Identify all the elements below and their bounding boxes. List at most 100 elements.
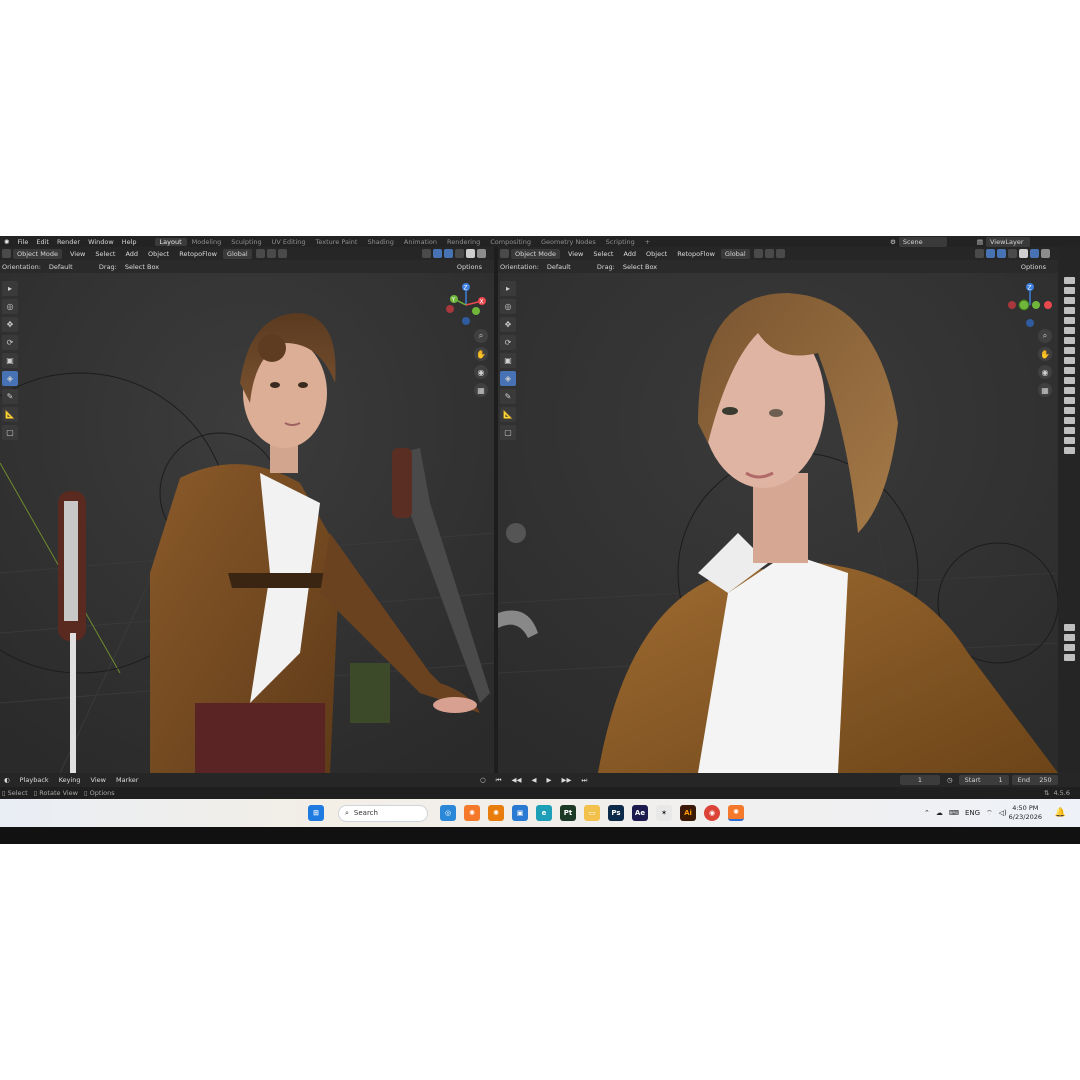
menu-object[interactable]: Object bbox=[144, 249, 173, 259]
menu-add[interactable]: Add bbox=[619, 249, 640, 259]
viewport-left[interactable]: Object Mode View Select Add Object Retop… bbox=[0, 247, 494, 773]
menu-playback[interactable]: Playback bbox=[16, 775, 53, 785]
workspace-tab-animation[interactable]: Animation bbox=[399, 238, 442, 246]
taskbar-clock[interactable]: 4:50 PM 6/23/2026 bbox=[1009, 804, 1042, 822]
jump-end-icon[interactable]: ⏭ bbox=[578, 775, 592, 786]
material-properties-icon[interactable] bbox=[1063, 397, 1075, 404]
scene-tool-icon[interactable] bbox=[1063, 634, 1075, 641]
options-dropdown[interactable]: Options bbox=[1017, 262, 1050, 272]
annotate-tool-icon[interactable]: ✎ bbox=[500, 389, 516, 404]
modifier-properties-icon[interactable] bbox=[1063, 347, 1075, 354]
select-tool-icon[interactable]: ▸ bbox=[500, 281, 516, 296]
chrome-browser-icon[interactable]: ◉ bbox=[704, 805, 720, 821]
overlay-toggle-icon[interactable] bbox=[997, 249, 1006, 258]
menu-object[interactable]: Object bbox=[642, 249, 671, 259]
menu-view[interactable]: View bbox=[564, 249, 587, 259]
pivot-icon[interactable] bbox=[753, 249, 763, 258]
snap-icon[interactable] bbox=[764, 249, 774, 258]
perspective-grid-icon[interactable]: ▦ bbox=[1038, 383, 1052, 397]
print-icon[interactable] bbox=[1063, 644, 1075, 651]
move-tool-icon[interactable]: ✥ bbox=[500, 317, 516, 332]
menu-select[interactable]: Select bbox=[91, 249, 119, 259]
rotate-tool-icon[interactable]: ⟳ bbox=[2, 335, 18, 350]
play-icon[interactable]: ▶ bbox=[543, 775, 556, 785]
add-workspace-button[interactable]: + bbox=[640, 238, 655, 246]
wireframe-shading-icon[interactable] bbox=[455, 249, 464, 258]
extra-properties-icon[interactable] bbox=[1063, 447, 1075, 454]
file-explorer-icon[interactable]: ▭ bbox=[584, 805, 600, 821]
scale-tool-icon[interactable]: ▣ bbox=[500, 353, 516, 368]
notification-icon[interactable]: 🔔 bbox=[1055, 808, 1066, 818]
proportional-edit-icon[interactable] bbox=[775, 249, 785, 258]
solid-shading-icon[interactable] bbox=[466, 249, 475, 258]
rendered-shading-icon[interactable] bbox=[477, 249, 486, 258]
object-properties-icon[interactable] bbox=[1063, 337, 1075, 344]
clock-icon[interactable]: ◷ bbox=[943, 775, 957, 785]
gizmo-toggle-icon[interactable] bbox=[433, 249, 442, 258]
scene-selector[interactable]: Scene bbox=[898, 236, 947, 247]
menu-add[interactable]: Add bbox=[121, 249, 142, 259]
task-view-icon[interactable]: ◎ bbox=[440, 805, 456, 821]
wireframe-shading-icon[interactable] bbox=[1008, 249, 1017, 258]
menu-select[interactable]: Select bbox=[589, 249, 617, 259]
zoom-icon[interactable]: ⌕ bbox=[474, 329, 488, 343]
shader-properties-icon[interactable] bbox=[1063, 437, 1075, 444]
snap-icon[interactable] bbox=[266, 249, 276, 258]
menu-view[interactable]: View bbox=[87, 775, 110, 785]
transform-tool-icon[interactable]: ◈ bbox=[2, 371, 18, 386]
keyboard-icon[interactable]: ⌨ bbox=[949, 809, 959, 817]
menu-render[interactable]: Render bbox=[53, 238, 84, 246]
windows-start-icon[interactable]: ⊞ bbox=[308, 805, 324, 821]
workspace-tab-uv-editing[interactable]: UV Editing bbox=[267, 238, 311, 246]
editor-type-icon[interactable] bbox=[500, 249, 509, 258]
constraint-properties-icon[interactable] bbox=[1063, 377, 1075, 384]
gizmo-toggle-icon[interactable] bbox=[986, 249, 995, 258]
drag-dropdown[interactable]: Select Box bbox=[121, 262, 163, 272]
menu-view[interactable]: View bbox=[66, 249, 89, 259]
orientation-dropdown[interactable]: Default bbox=[45, 262, 97, 272]
retopoflow-menu[interactable]: RetopoFlow bbox=[673, 249, 719, 259]
workspace-tab-rendering[interactable]: Rendering bbox=[442, 238, 485, 246]
pan-hand-icon[interactable]: ✋ bbox=[1038, 347, 1052, 361]
auto-keying-icon[interactable]: ○ bbox=[476, 775, 490, 785]
scale-tool-icon[interactable]: ▣ bbox=[2, 353, 18, 368]
orientation-dropdown[interactable]: Default bbox=[543, 262, 595, 272]
add-cube-tool-icon[interactable]: ▢ bbox=[2, 425, 18, 440]
annotate-tool-icon[interactable]: ✎ bbox=[2, 389, 18, 404]
pivot-icon[interactable] bbox=[255, 249, 265, 258]
object-mode-dropdown[interactable]: Object Mode bbox=[13, 248, 62, 259]
data-properties-icon[interactable] bbox=[1063, 387, 1075, 394]
viewport-left-render[interactable] bbox=[0, 273, 494, 773]
transform-tool-icon[interactable]: ◈ bbox=[500, 371, 516, 386]
visibility-icon[interactable] bbox=[422, 249, 431, 258]
transform-orientation-dropdown[interactable]: Global bbox=[222, 248, 252, 259]
taskbar-search-box[interactable]: ⌕ Search bbox=[338, 804, 428, 822]
object-mode-dropdown[interactable]: Object Mode bbox=[511, 248, 560, 259]
rendered-shading-icon[interactable] bbox=[1041, 249, 1050, 258]
edge-browser-icon[interactable]: e bbox=[536, 805, 552, 821]
substance-painter-icon[interactable]: Pt bbox=[560, 805, 576, 821]
menu-keying[interactable]: Keying bbox=[55, 775, 85, 785]
workspace-tab-texture-paint[interactable]: Texture Paint bbox=[311, 238, 363, 246]
tool-properties-icon[interactable] bbox=[1063, 624, 1075, 631]
cloud-icon[interactable]: ☁ bbox=[936, 809, 943, 817]
camera-view-icon[interactable]: ◉ bbox=[474, 365, 488, 379]
chevron-up-icon[interactable]: ⌃ bbox=[924, 809, 930, 817]
menu-file[interactable]: File bbox=[13, 238, 32, 246]
add-cube-tool-icon[interactable]: ▢ bbox=[500, 425, 516, 440]
transform-orientation-dropdown[interactable]: Global bbox=[720, 248, 750, 259]
navigation-gizmo-left[interactable]: Z Y X bbox=[444, 281, 490, 327]
scene-properties-icon[interactable] bbox=[1063, 307, 1075, 314]
language-indicator[interactable]: ENG bbox=[965, 809, 980, 817]
illustrator-icon[interactable]: Ai bbox=[680, 805, 696, 821]
camera-properties-icon[interactable] bbox=[1063, 417, 1075, 424]
menu-window[interactable]: Window bbox=[84, 238, 118, 246]
zbrush-icon[interactable]: ✶ bbox=[656, 805, 672, 821]
measure-tool-icon[interactable]: 📐 bbox=[500, 407, 516, 422]
visibility-icon[interactable] bbox=[975, 249, 984, 258]
workspace-tab-sculpting[interactable]: Sculpting bbox=[226, 238, 266, 246]
select-tool-icon[interactable]: ▸ bbox=[2, 281, 18, 296]
camera-view-icon[interactable]: ◉ bbox=[1038, 365, 1052, 379]
drag-dropdown[interactable]: Select Box bbox=[619, 262, 661, 272]
texture-properties-icon[interactable] bbox=[1063, 407, 1075, 414]
